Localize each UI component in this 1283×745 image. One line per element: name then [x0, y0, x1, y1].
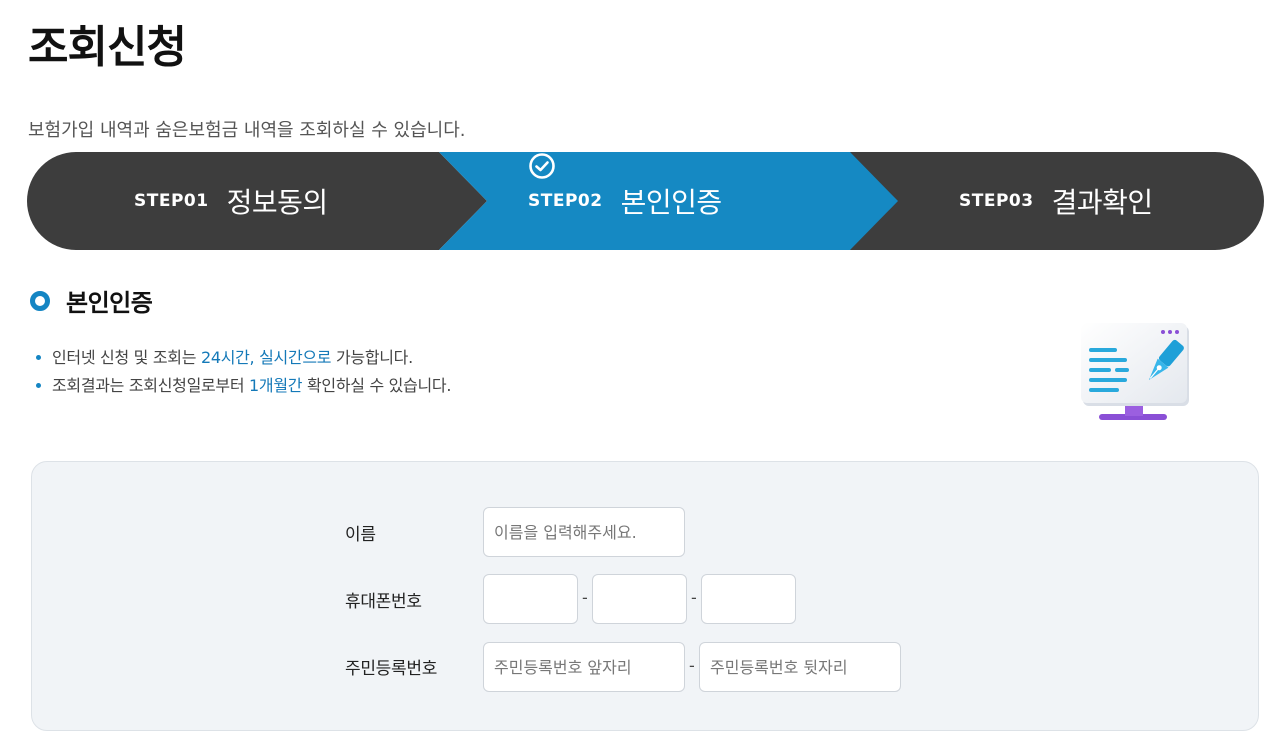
step-1: STEP01 정보동의: [134, 152, 328, 250]
notice-text: 가능합니다.: [331, 348, 413, 367]
notice-text: 조회결과는 조회신청일로부터: [52, 376, 250, 395]
rrn-front-input[interactable]: [483, 642, 685, 692]
notice-item: 조회결과는 조회신청일로부터 1개월간 확인하실 수 있습니다.: [36, 372, 451, 400]
ring-icon: [30, 290, 50, 311]
section-header: 본인인증: [30, 283, 153, 318]
name-input[interactable]: [483, 507, 685, 557]
rrn-back-input[interactable]: [699, 642, 901, 692]
page-description: 보험가입 내역과 숨은보험금 내역을 조회하실 수 있습니다.: [28, 120, 466, 141]
phone-label: 휴대폰번호: [345, 592, 422, 612]
notice-highlight: 24시간, 실시간으로: [200, 348, 332, 367]
phone-separator: -: [691, 588, 697, 607]
notice-item: 인터넷 신청 및 조회는 24시간, 실시간으로 가능합니다.: [36, 344, 451, 372]
name-label: 이름: [345, 525, 376, 545]
notice-highlight: 1개월간: [249, 376, 303, 395]
step-2-name: 본인인증: [620, 186, 723, 219]
page-title: 조회신청: [28, 22, 187, 73]
identity-form: 이름 휴대폰번호 - - 주민등록번호 -: [31, 461, 1259, 731]
notice-text: 확인하실 수 있습니다.: [302, 376, 452, 395]
phone-first-input[interactable]: [483, 574, 578, 624]
notice-list: 인터넷 신청 및 조회는 24시간, 실시간으로 가능합니다. 조회결과는 조회…: [36, 344, 451, 400]
step-1-name: 정보동의: [226, 186, 329, 219]
rrn-separator: -: [689, 656, 695, 675]
notice-text: 인터넷 신청 및 조회는: [52, 348, 201, 367]
step-1-number: STEP01: [134, 191, 209, 211]
monitor-pen-icon: [1075, 318, 1197, 436]
step-2-number: STEP02: [528, 191, 603, 211]
step-3: STEP03 결과확인: [959, 152, 1153, 250]
rrn-label: 주민등록번호: [345, 659, 438, 679]
phone-middle-input[interactable]: [592, 574, 687, 624]
step-3-number: STEP03: [959, 191, 1034, 211]
phone-last-input[interactable]: [701, 574, 796, 624]
step-progress-bar: STEP01 정보동의 STEP02 본인인증 STEP03 결과확인: [27, 152, 1264, 250]
step-2: STEP02 본인인증: [528, 152, 730, 250]
step-3-name: 결과확인: [1051, 186, 1154, 219]
section-title: 본인인증: [66, 289, 153, 317]
phone-separator: -: [582, 588, 588, 607]
